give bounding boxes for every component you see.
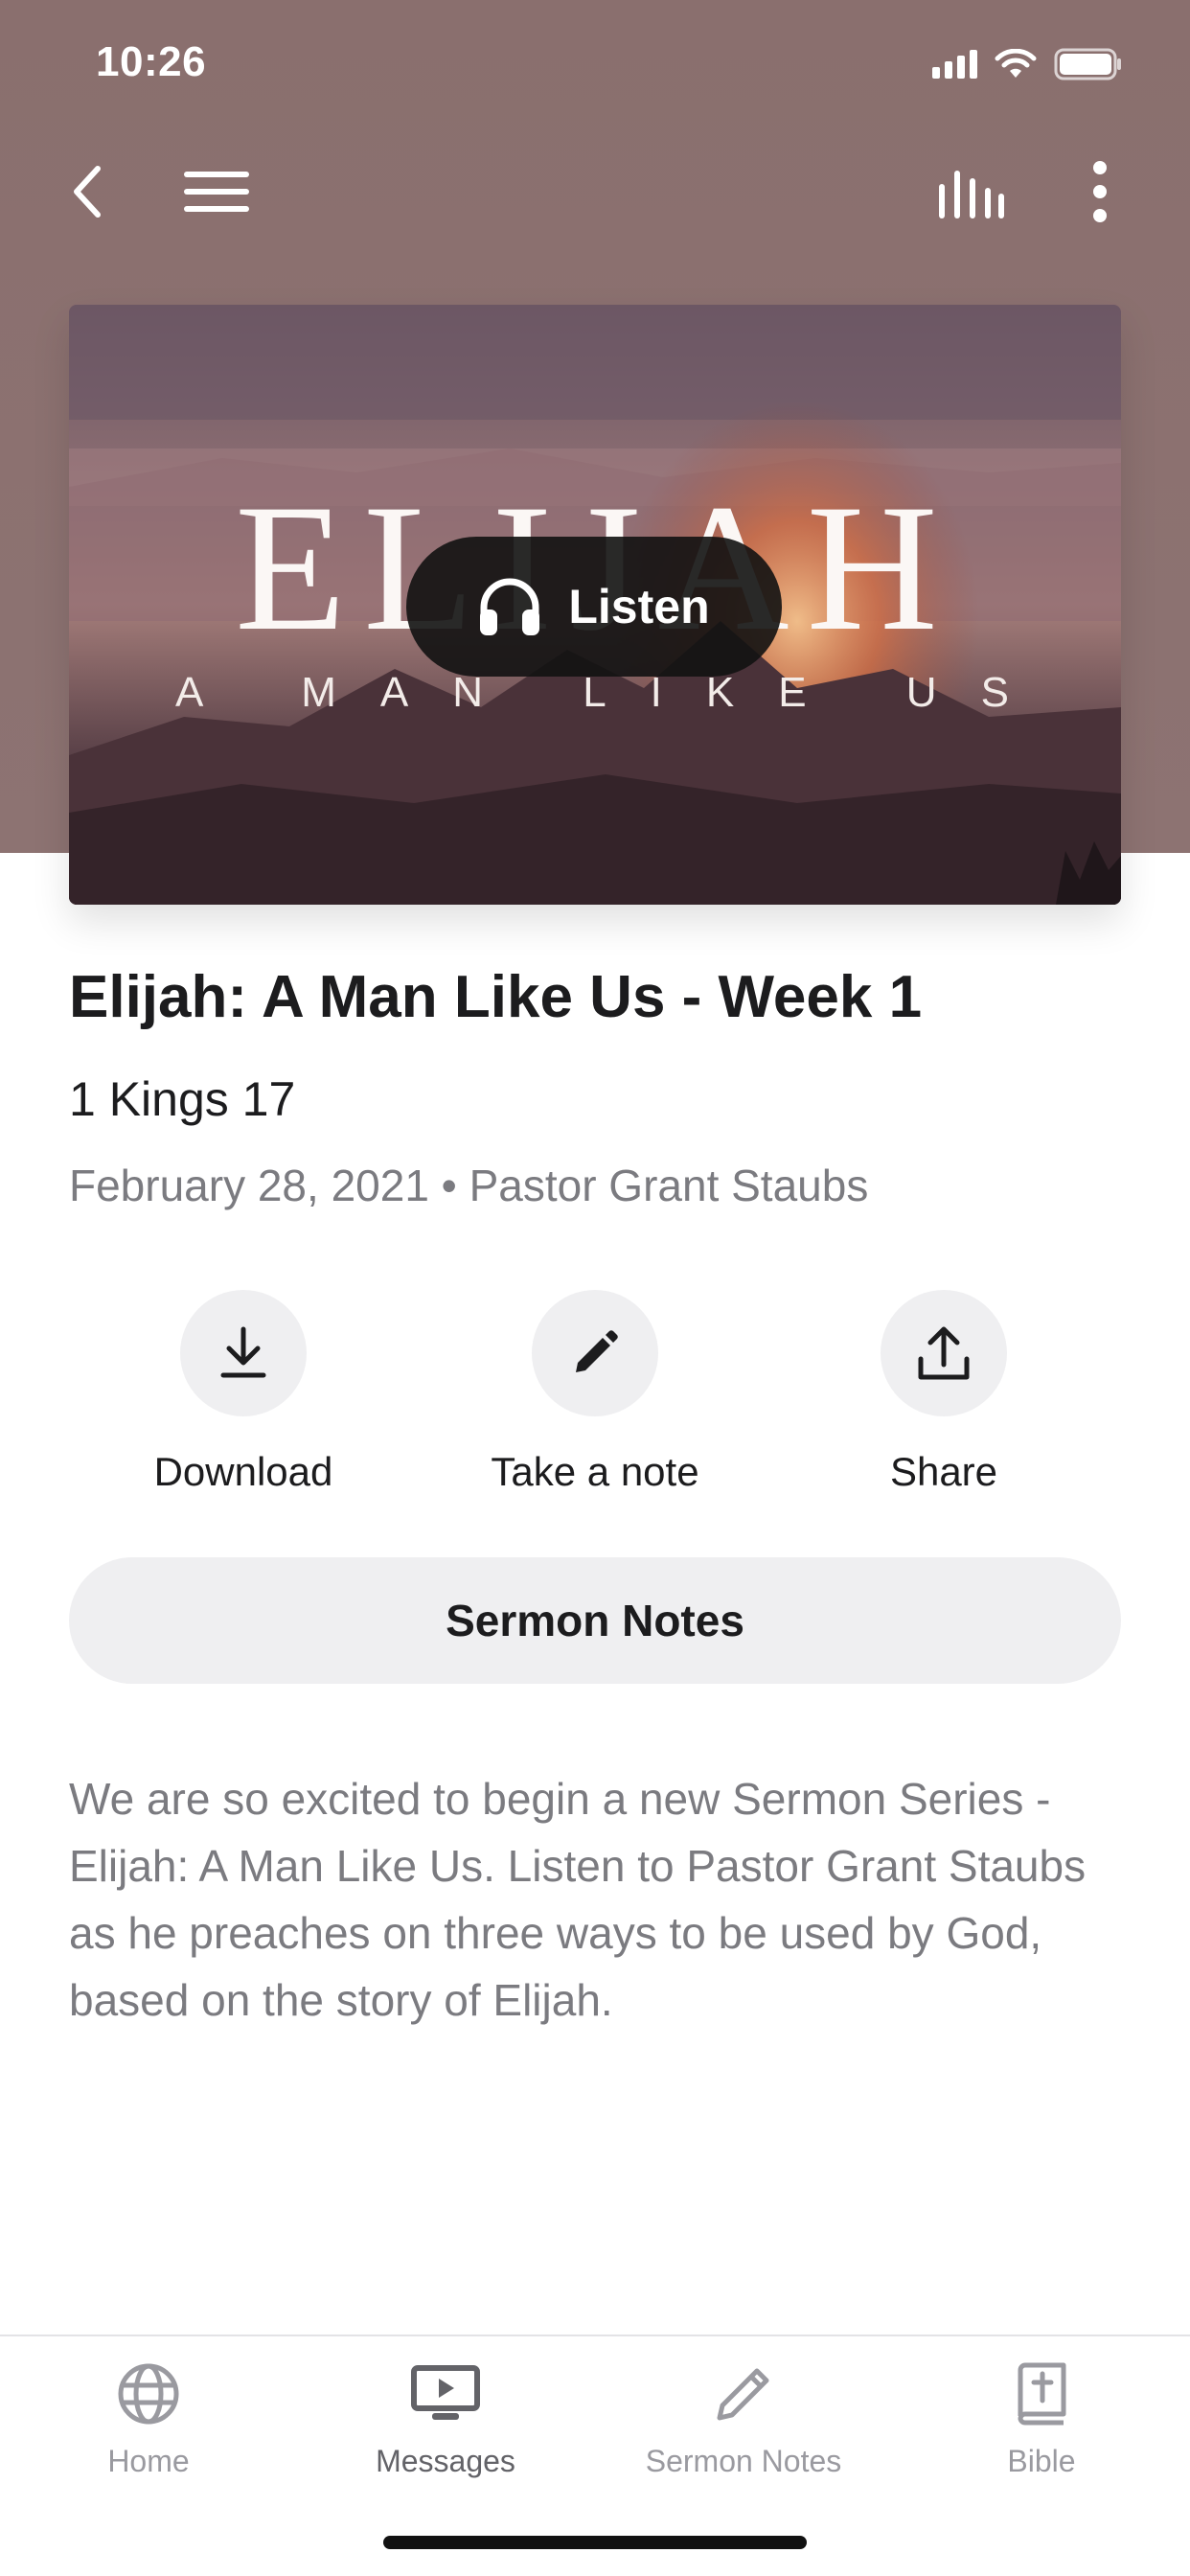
audio-button[interactable] <box>924 144 1019 240</box>
sermon-meta: February 28, 2021 • Pastor Grant Staubs <box>69 1161 869 1210</box>
download-icon <box>220 1326 266 1378</box>
sermon-description: We are so excited to begin a new Sermon … <box>69 1774 1087 2025</box>
home-indicator[interactable] <box>383 2536 807 2549</box>
tab-sermon-notes[interactable]: Sermon Notes <box>595 2358 892 2479</box>
take-note-label: Take a note <box>491 1449 699 1494</box>
sermon-scripture: 1 Kings 17 <box>69 1072 296 1126</box>
headphones-icon <box>480 578 540 635</box>
tab-messages[interactable]: Messages <box>297 2358 594 2479</box>
tab-messages-label: Messages <box>376 2444 515 2478</box>
chevron-left-icon <box>74 166 101 218</box>
bible-icon <box>1018 2362 1066 2426</box>
pencil-icon <box>717 2368 769 2421</box>
status-icons <box>932 48 1123 80</box>
tab-bible[interactable]: Bible <box>893 2358 1190 2479</box>
top-nav <box>0 144 1190 240</box>
share-label: Share <box>889 1449 998 1494</box>
share-button[interactable]: Share <box>768 1290 1119 1495</box>
take-note-button[interactable]: Take a note <box>420 1290 770 1495</box>
share-icon <box>918 1326 970 1380</box>
audio-bars-icon <box>939 171 1004 218</box>
wifi-icon <box>995 49 1037 78</box>
download-circle[interactable] <box>180 1290 307 1416</box>
back-button[interactable] <box>40 144 136 240</box>
cellular-signal-icon <box>932 50 977 79</box>
vertical-ellipsis-icon <box>1093 161 1107 222</box>
take-note-circle[interactable] <box>532 1290 658 1416</box>
menu-button[interactable] <box>169 144 264 240</box>
hamburger-icon <box>184 172 249 212</box>
battery-icon <box>1054 48 1121 80</box>
share-circle[interactable] <box>881 1290 1007 1416</box>
listen-button[interactable]: Listen <box>406 537 782 677</box>
download-label: Download <box>153 1449 333 1494</box>
tab-home-label: Home <box>107 2444 190 2478</box>
listen-label: Listen <box>568 580 710 633</box>
tab-bible-label: Bible <box>1007 2444 1076 2478</box>
sermon-title: Elijah: A Man Like Us - Week 1 <box>69 964 923 1030</box>
sermon-notes-button[interactable]: Sermon Notes <box>69 1557 1121 1684</box>
status-bar: 10:26 <box>0 0 1190 134</box>
status-time: 10:26 <box>96 38 207 85</box>
pencil-icon <box>576 1330 618 1372</box>
tab-sermon-notes-label: Sermon Notes <box>645 2444 842 2478</box>
globe-icon <box>118 2363 179 2425</box>
download-button[interactable]: Download <box>68 1290 419 1495</box>
tab-home[interactable]: Home <box>0 2358 297 2479</box>
tv-play-icon <box>411 2365 480 2420</box>
sermon-artwork: ELIJAH A MAN LIKE US Listen <box>69 305 1121 905</box>
action-row: Download Take a note Share <box>0 1290 1190 1510</box>
more-button[interactable] <box>1052 144 1148 240</box>
